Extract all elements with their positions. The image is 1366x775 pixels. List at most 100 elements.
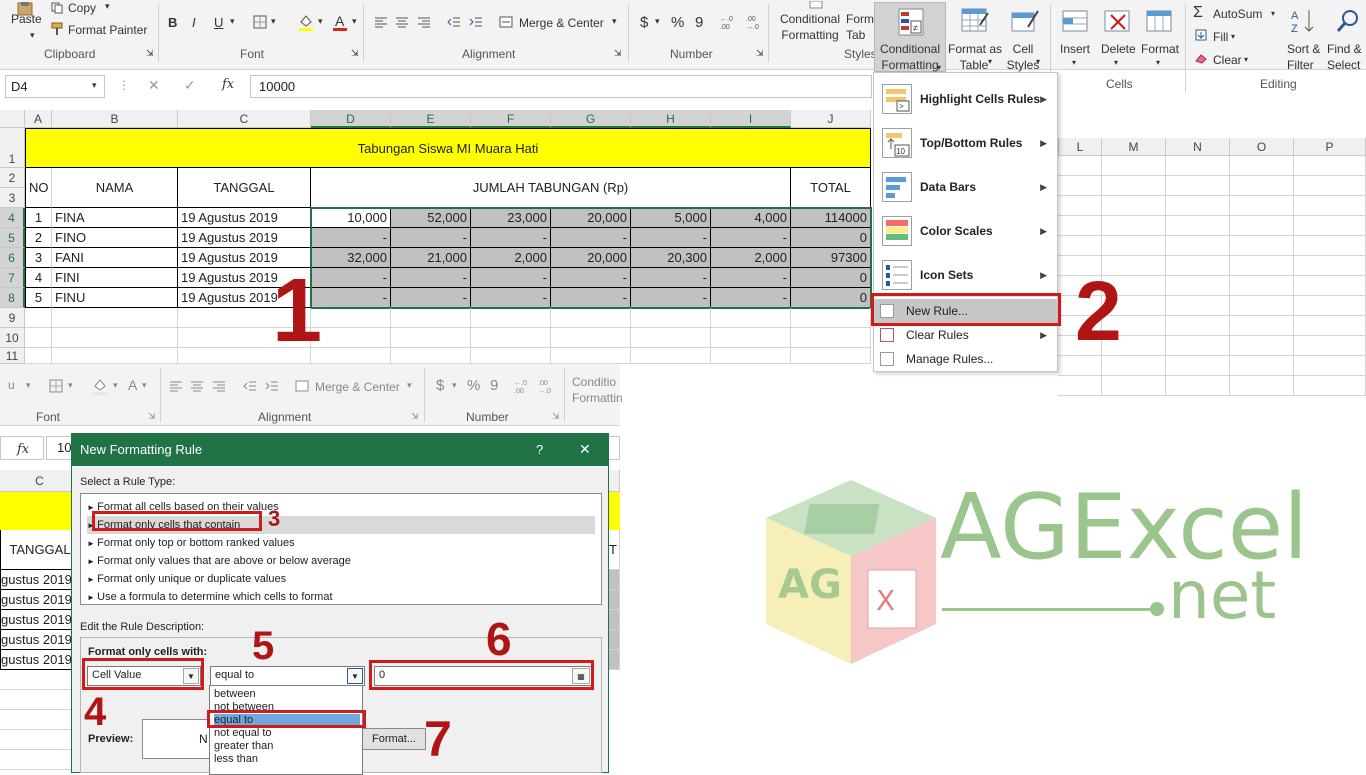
empty-cell[interactable] <box>0 690 80 710</box>
empty-cell[interactable] <box>631 328 711 348</box>
align-left-icon[interactable] <box>168 378 184 394</box>
merge-center-chevron-icon[interactable]: ▾ <box>407 380 412 391</box>
find-select-button[interactable]: Find & Select <box>1327 41 1362 73</box>
menu-item-icon-sets[interactable]: Icon Sets ▶ <box>874 255 1057 295</box>
empty-cell[interactable] <box>1230 256 1294 276</box>
empty-cell[interactable] <box>0 730 80 750</box>
conditional-formatting-button[interactable]: Conditio Formattin <box>572 374 623 406</box>
column-header-g[interactable]: G <box>551 110 631 128</box>
chevron-down-icon[interactable]: ▼ <box>347 668 363 684</box>
menu-item-manage-rules[interactable]: Manage Rules... <box>874 347 1057 371</box>
font-color-chevron-icon[interactable]: ▾ <box>142 380 147 391</box>
empty-cell[interactable] <box>1294 296 1366 316</box>
empty-cell[interactable] <box>1166 296 1230 316</box>
align-left-icon[interactable] <box>373 14 389 30</box>
table-cell-value[interactable]: - <box>471 288 551 308</box>
empty-cell[interactable] <box>1294 376 1366 396</box>
empty-cell[interactable] <box>1166 196 1230 216</box>
empty-cell[interactable] <box>52 328 178 348</box>
fill-color-icon[interactable] <box>90 376 110 396</box>
header-cell-tanggal[interactable]: TANGGAL <box>0 530 80 570</box>
empty-cell[interactable] <box>791 348 871 364</box>
empty-cell[interactable] <box>1102 176 1166 196</box>
empty-cell[interactable] <box>1058 176 1102 196</box>
empty-cell[interactable] <box>1058 356 1102 376</box>
table-cell-tanggal[interactable]: gustus 2019 <box>0 650 80 670</box>
comma-button[interactable]: 9 <box>695 14 703 31</box>
font-launcher-icon[interactable]: ⇲ <box>351 48 359 59</box>
empty-cell[interactable] <box>1166 216 1230 236</box>
table-cell-nama[interactable]: FINI <box>52 268 178 288</box>
number-launcher-icon[interactable]: ⇲ <box>756 48 764 59</box>
row-header-9[interactable]: 9 <box>0 308 25 328</box>
decrease-indent-icon[interactable] <box>446 14 462 30</box>
table-cell-tanggal[interactable]: gustus 2019 <box>0 570 80 590</box>
table-cell-tanggal[interactable]: gustus 2019 <box>0 590 80 610</box>
empty-cell[interactable] <box>1058 196 1102 216</box>
table-cell-value[interactable]: - <box>631 268 711 288</box>
underline-button[interactable]: u <box>8 378 15 392</box>
row-header-11[interactable]: 11 <box>0 348 25 364</box>
cancel-icon[interactable]: ✕ <box>148 77 160 94</box>
empty-cell[interactable] <box>1230 236 1294 256</box>
table-cell-total[interactable]: 0 <box>791 228 871 248</box>
column-header-e[interactable]: E <box>391 110 471 128</box>
empty-cell[interactable] <box>52 308 178 328</box>
underline-chevron-icon[interactable]: ▾ <box>26 380 31 391</box>
bold-button[interactable]: B <box>168 15 177 30</box>
row-header-3[interactable]: 3 <box>0 188 25 208</box>
empty-cell[interactable] <box>471 348 551 364</box>
empty-cell[interactable] <box>711 348 791 364</box>
font-color-icon[interactable]: A <box>330 12 350 32</box>
empty-cell[interactable] <box>1294 276 1366 296</box>
empty-cell[interactable] <box>1230 336 1294 356</box>
column-header-n[interactable]: N <box>1166 138 1230 156</box>
empty-cell[interactable] <box>1166 336 1230 356</box>
alignment-launcher-icon[interactable]: ⇲ <box>614 48 622 59</box>
table-cell-no[interactable]: 4 <box>25 268 52 288</box>
empty-cell[interactable] <box>1294 156 1366 176</box>
align-right-icon[interactable] <box>416 14 432 30</box>
fill-button[interactable]: Fill <box>1213 30 1228 44</box>
increase-decimal-icon[interactable]: ←.0.00 <box>514 376 534 396</box>
table-cell-tanggal[interactable]: 19 Agustus 2019 <box>178 208 311 228</box>
empty-cell[interactable] <box>1166 236 1230 256</box>
empty-cell[interactable] <box>391 328 471 348</box>
empty-cell[interactable] <box>1294 316 1366 336</box>
row-header-6[interactable]: 6 <box>0 248 25 268</box>
column-header-b[interactable]: B <box>52 110 178 128</box>
operator-option[interactable]: less than <box>214 753 360 766</box>
row-header-1[interactable]: 1 <box>0 128 25 168</box>
empty-cell[interactable] <box>25 328 52 348</box>
empty-cell[interactable] <box>471 328 551 348</box>
insert-chevron-icon[interactable]: ▾ <box>1072 58 1076 67</box>
clipboard-launcher-icon[interactable]: ⇲ <box>146 48 154 59</box>
clear-button[interactable]: Clear <box>1213 53 1242 67</box>
empty-cell[interactable] <box>1166 156 1230 176</box>
empty-cell[interactable] <box>1294 236 1366 256</box>
operator-option[interactable]: not equal to <box>214 727 360 740</box>
empty-cell[interactable] <box>1230 376 1294 396</box>
insert-button[interactable]: Insert <box>1060 42 1090 56</box>
menu-item-highlight-cells-rules[interactable]: > Highlight Cells Rules ▶ <box>874 79 1057 119</box>
rule-type-item[interactable]: ► Format only top or bottom ranked value… <box>87 534 595 552</box>
borders-chevron-icon[interactable]: ▾ <box>271 16 276 27</box>
borders-icon[interactable] <box>252 14 268 30</box>
font-launcher-icon[interactable]: ⇲ <box>148 411 156 422</box>
table-cell-value[interactable]: 21,000 <box>391 248 471 268</box>
empty-cell[interactable] <box>311 328 391 348</box>
autosum-button[interactable]: AutoSum <box>1213 7 1262 21</box>
select-all-corner[interactable] <box>0 110 25 128</box>
column-header-c[interactable]: C <box>0 470 80 492</box>
empty-cell[interactable] <box>711 328 791 348</box>
autosum-chevron-icon[interactable]: ▾ <box>1271 9 1275 18</box>
empty-cell[interactable] <box>631 308 711 328</box>
table-cell-value[interactable]: 20,300 <box>631 248 711 268</box>
empty-cell[interactable] <box>0 670 80 690</box>
empty-cell[interactable] <box>311 308 391 328</box>
menu-item-color-scales[interactable]: Color Scales ▶ <box>874 211 1057 251</box>
merge-center-button[interactable]: Merge & Center <box>519 16 604 30</box>
table-cell-value[interactable]: - <box>391 288 471 308</box>
fill-color-icon[interactable] <box>296 12 316 32</box>
empty-cell[interactable] <box>1102 376 1166 396</box>
